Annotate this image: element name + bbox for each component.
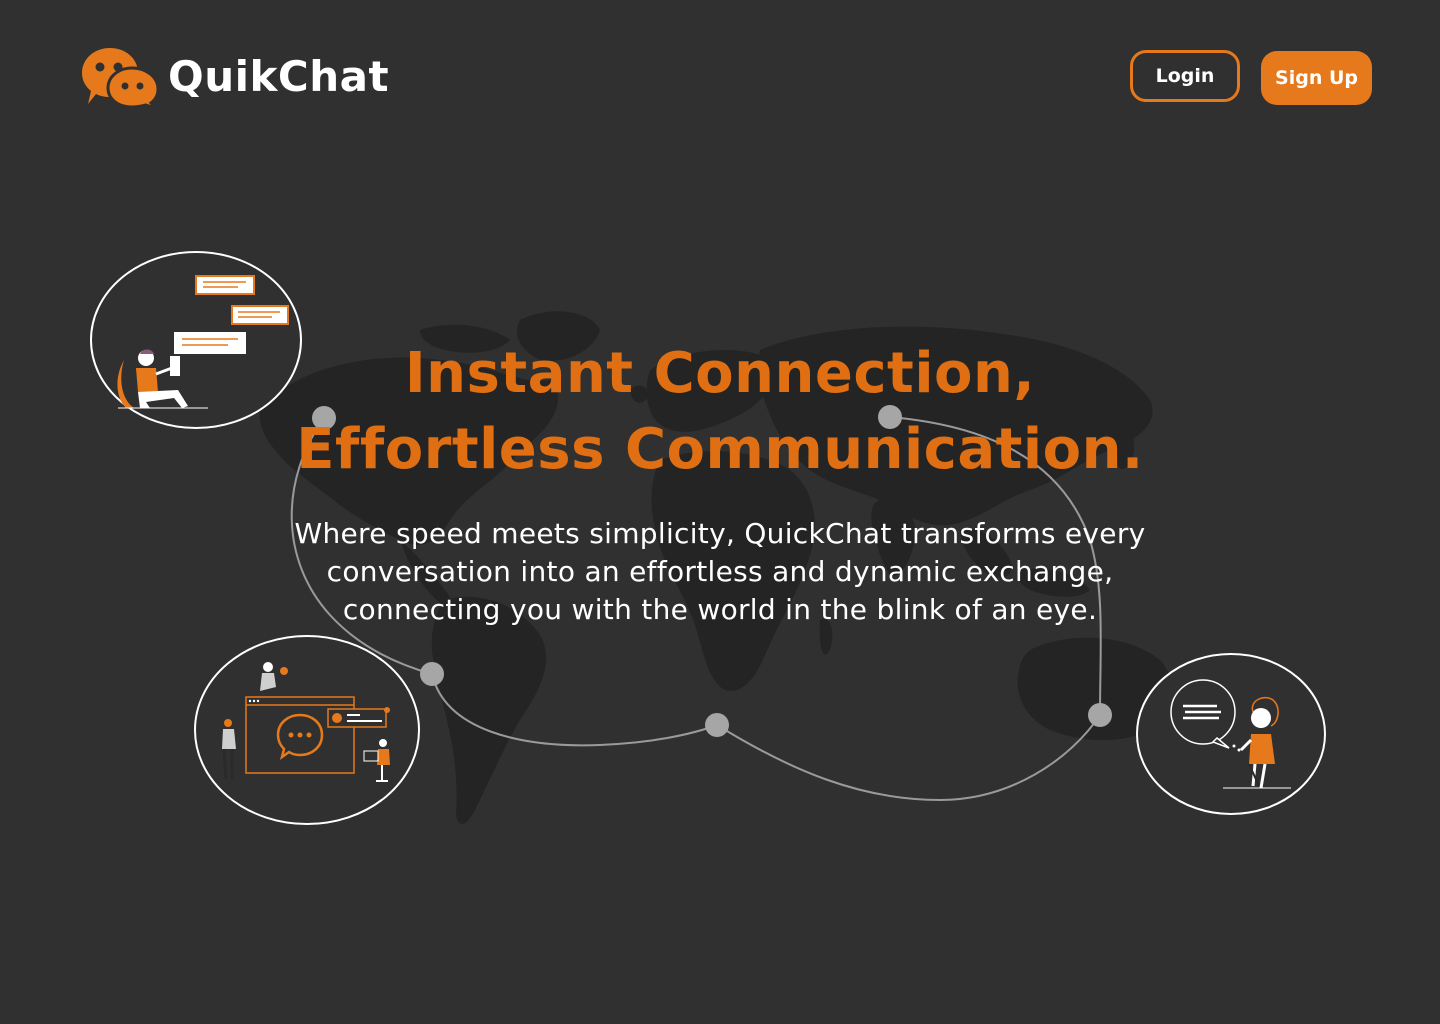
hero-title: Instant Connection, Effortless Communica… (220, 336, 1220, 488)
login-button[interactable]: Login (1130, 50, 1240, 102)
team-messaging-illustration (194, 635, 420, 825)
person-speech-bubble-illustration (1136, 653, 1326, 815)
person-chatting-illustration (90, 251, 302, 429)
brand-name: QuikChat (168, 51, 390, 101)
hero-subtitle: Where speed meets simplicity, QuickChat … (294, 517, 1146, 626)
landing-page: QuikChat Login Sign Up Instant Connectio… (0, 0, 1440, 1024)
hero-title-line1: Instant Connection, (404, 341, 1036, 406)
brand-logo[interactable]: QuikChat (80, 44, 389, 108)
signup-button[interactable]: Sign Up (1261, 51, 1372, 105)
chat-bubbles-icon (82, 48, 160, 108)
hero-title-line2: Effortless Communication. (296, 417, 1144, 482)
